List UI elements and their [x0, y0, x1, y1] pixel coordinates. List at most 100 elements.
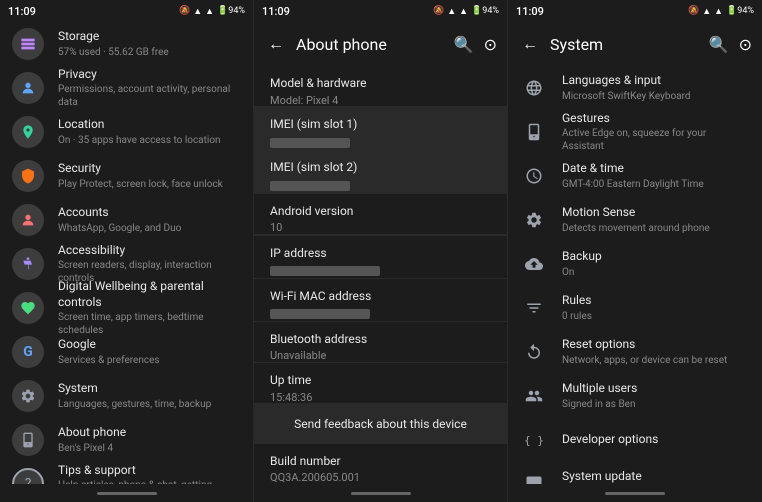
bluetooth-value: Unavailable [270, 349, 491, 363]
users-subtitle: Signed in as Ben [562, 398, 637, 411]
about-item-imei1[interactable]: IMEI (sim slot 1) [254, 107, 507, 150]
uptime-title: Up time [270, 373, 491, 389]
languages-text: Languages & input Microsoft SwiftKey Key… [562, 73, 691, 103]
system-text: System Languages, gestures, time, backup [58, 381, 211, 411]
accounts-title: Accounts [58, 205, 181, 221]
feedback-title: Send feedback about this device [270, 417, 491, 433]
bluetooth-title: Bluetooth address [270, 332, 491, 348]
ip-title: IP address [270, 246, 491, 262]
sidebar-item-security[interactable]: Security Play Protect, screen lock, face… [0, 154, 253, 198]
imei1-title: IMEI (sim slot 1) [270, 117, 491, 133]
sidebar-item-about[interactable]: About phone Ben's Pixel 4 [0, 418, 253, 462]
system-help-icon[interactable]: ⊙ [739, 35, 752, 54]
tips-text: Tips & support Help articles, phone & ch… [58, 463, 241, 484]
privacy-icon [12, 72, 44, 104]
accounts-subtitle: WhatsApp, Google, and Duo [58, 222, 181, 235]
system-item-developer[interactable]: { } Developer options [508, 418, 762, 462]
wifi-redacted [270, 309, 370, 319]
sidebar-item-system[interactable]: System Languages, gestures, time, backup [0, 374, 253, 418]
build-value: QQ3A.200605.001 [270, 471, 491, 484]
sidebar-item-wellbeing[interactable]: Digital Wellbeing & parental controls Sc… [0, 286, 253, 330]
sidebar-item-tips[interactable]: ? Tips & support Help articles, phone & … [0, 462, 253, 484]
system-item-backup[interactable]: Backup On [508, 242, 762, 286]
reset-subtitle: Network, apps, or device can be reset [562, 354, 727, 367]
update-icon [520, 470, 548, 484]
rules-subtitle: 0 rules [562, 310, 592, 323]
backup-title: Backup [562, 249, 602, 265]
motion-text: Motion Sense Detects movement around pho… [562, 205, 710, 235]
system-search-icon[interactable]: 🔍 [709, 35, 729, 54]
about-item-android[interactable]: Android version 10 [254, 194, 507, 235]
about-title: About phone [58, 425, 126, 441]
reset-text: Reset options Network, apps, or device c… [562, 337, 727, 367]
sidebar-item-privacy[interactable]: Privacy Permissions, account activity, p… [0, 66, 253, 110]
tips-title: Tips & support [58, 463, 241, 479]
back-button[interactable]: ← [264, 30, 288, 58]
mute-icon-2: 🔕 [433, 6, 444, 16]
about-item-ip[interactable]: IP address [254, 236, 507, 279]
about-item-uptime[interactable]: Up time 15:48:36 [254, 363, 507, 404]
security-title: Security [58, 161, 223, 177]
privacy-subtitle: Permissions, account activity, personal … [58, 83, 241, 109]
about-item-imei2[interactable]: IMEI (sim slot 2) [254, 150, 507, 193]
location-text: Location On · 35 apps have access to loc… [58, 117, 221, 147]
sidebar-item-accounts[interactable]: Accounts WhatsApp, Google, and Duo [0, 198, 253, 242]
rules-text: Rules 0 rules [562, 293, 592, 323]
status-icons-2: 🔕 ▲ ▲ 🔋94% [433, 6, 499, 17]
status-bar-2: 11:09 🔕 ▲ ▲ 🔋94% [254, 0, 507, 22]
system-item-rules[interactable]: Rules 0 rules [508, 286, 762, 330]
about-header: ← About phone 🔍 ⊙ [254, 22, 507, 66]
accounts-icon [12, 204, 44, 236]
status-time-2: 11:09 [262, 5, 290, 18]
storage-title: Storage [58, 29, 169, 45]
system-item-users[interactable]: Multiple users Signed in as Ben [508, 374, 762, 418]
mute-icon: 🔕 [179, 6, 190, 16]
system-header: ← System 🔍 ⊙ [508, 22, 762, 66]
help-icon[interactable]: ⊙ [484, 35, 497, 54]
motion-icon [520, 206, 548, 234]
system-item-motion[interactable]: Motion Sense Detects movement around pho… [508, 198, 762, 242]
system-back-button[interactable]: ← [518, 30, 542, 58]
system-item-reset[interactable]: Reset options Network, apps, or device c… [508, 330, 762, 374]
settings-list: Storage 57% used · 55.62 GB free Privacy… [0, 22, 253, 484]
languages-title: Languages & input [562, 73, 691, 89]
wellbeing-title: Digital Wellbeing & parental controls [58, 279, 241, 310]
location-subtitle: On · 35 apps have access to location [58, 134, 221, 147]
users-icon [520, 382, 548, 410]
about-item-model[interactable]: Model & hardware Model: Pixel 4 [254, 66, 507, 107]
imei2-title: IMEI (sim slot 2) [270, 160, 491, 176]
about-item-build[interactable]: Build number QQ3A.200605.001 [254, 444, 507, 484]
storage-text: Storage 57% used · 55.62 GB free [58, 29, 169, 59]
gestures-title: Gestures [562, 111, 750, 127]
about-text: About phone Ben's Pixel 4 [58, 425, 126, 455]
status-bar-3: 11:09 🔕 ▲ ▲ 🔋94% [508, 0, 762, 22]
sidebar-item-storage[interactable]: Storage 57% used · 55.62 GB free [0, 22, 253, 66]
wellbeing-icon [12, 292, 44, 324]
gestures-text: Gestures Active Edge on, squeeze for you… [562, 111, 750, 154]
storage-icon [12, 28, 44, 60]
about-item-wifi[interactable]: Wi-Fi MAC address [254, 279, 507, 322]
about-item-bluetooth[interactable]: Bluetooth address Unavailable [254, 322, 507, 363]
android-value: 10 [270, 221, 491, 235]
system-item-datetime[interactable]: Date & time GMT-4:00 Eastern Daylight Ti… [508, 154, 762, 198]
accessibility-title: Accessibility [58, 243, 241, 259]
datetime-subtitle: GMT-4:00 Eastern Daylight Time [562, 178, 704, 191]
rules-title: Rules [562, 293, 592, 309]
search-icon[interactable]: 🔍 [454, 35, 474, 54]
system-item-gestures[interactable]: Gestures Active Edge on, squeeze for you… [508, 110, 762, 154]
system-item-languages[interactable]: Languages & input Microsoft SwiftKey Key… [508, 66, 762, 110]
sidebar-item-google[interactable]: G Google Services & preferences [0, 330, 253, 374]
system-page-title: System [550, 35, 701, 54]
nav-indicator-3 [508, 484, 762, 502]
nav-bar-2 [351, 492, 411, 495]
about-subtitle: Ben's Pixel 4 [58, 442, 126, 455]
status-bar-1: 11:09 🔕 ▲ ▲ 🔋94% [0, 0, 253, 22]
accounts-text: Accounts WhatsApp, Google, and Duo [58, 205, 181, 235]
reset-icon [520, 338, 548, 366]
sidebar-item-location[interactable]: Location On · 35 apps have access to loc… [0, 110, 253, 154]
wifi-title: Wi-Fi MAC address [270, 289, 491, 305]
about-item-feedback[interactable]: Send feedback about this device [254, 405, 507, 443]
languages-icon [520, 74, 548, 102]
developer-icon: { } [520, 426, 548, 454]
system-item-update[interactable]: System update Updated to Android 10 [508, 462, 762, 484]
